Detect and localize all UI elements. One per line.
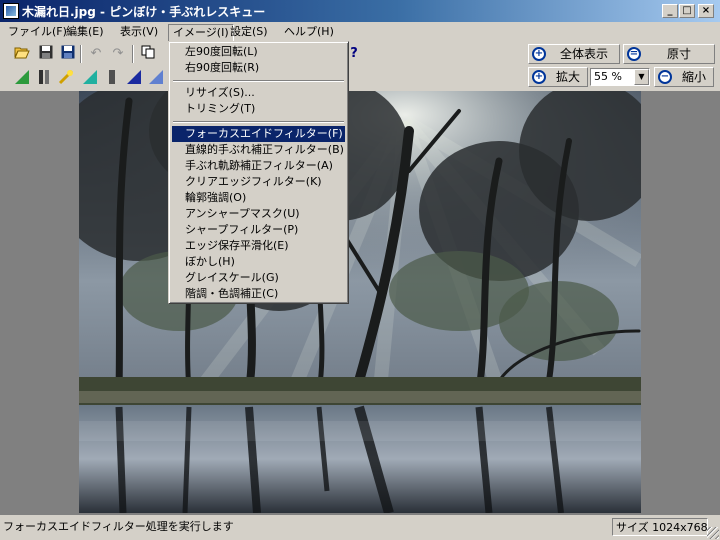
menu-separator [173,121,344,123]
menu-grayscale[interactable]: グレイスケール(G) [172,270,345,286]
clear-edge-filter-icon[interactable] [80,69,100,87]
fit-to-window-button[interactable]: + 全体表示 [528,44,620,64]
menu-settings[interactable]: 設定(S) [226,24,272,40]
menu-view[interactable]: 表示(V) [116,24,162,40]
linear-blur-filter-icon[interactable] [34,69,54,87]
menu-clear-edge-filter[interactable]: クリアエッジフィルター(K) [172,174,345,190]
menu-sharp-filter[interactable]: シャープフィルター(P) [172,222,345,238]
status-image-size: サイズ 1024x768 [612,518,708,536]
menu-trim[interactable]: トリミング(T) [172,101,345,117]
menu-tone-correction[interactable]: 階調・色調補正(C) [172,286,345,302]
toolbar-separator [80,45,82,63]
undo-icon[interactable]: ↶ [86,45,106,63]
blur-trajectory-filter-icon[interactable] [56,69,76,87]
menu-separator [173,80,344,82]
forest-photo [79,91,641,513]
menu-bar: ファイル(F) 編集(E) 表示(V) イメージ(I) 設定(S) ヘルプ(H) [0,22,720,42]
save-icon[interactable] [36,45,56,63]
menu-unsharp-mask[interactable]: アンシャープマスク(U) [172,206,345,222]
toolbar-separator [132,45,134,63]
zoom-out-icon: − [658,70,672,84]
window-title: 木漏れ日.jpg - ピンぼけ・手ぶれレスキュー [22,5,266,19]
image-canvas[interactable] [0,91,720,515]
menu-resize[interactable]: リサイズ(S)... [172,85,345,101]
menu-linear-blur-filter[interactable]: 直線的手ぶれ補正フィルター(B) [172,142,345,158]
menu-rotate-left[interactable]: 左90度回転(L) [172,44,345,60]
edge-enhance-icon[interactable] [102,69,122,87]
actual-size-button[interactable]: = 原寸 [623,44,715,64]
minimize-button[interactable]: _ [662,4,678,18]
menu-rotate-right[interactable]: 右90度回転(R) [172,60,345,76]
image-menu-dropdown: 左90度回転(L) 右90度回転(R) リサイズ(S)... トリミング(T) … [168,41,349,304]
maximize-button[interactable]: □ [679,4,695,18]
unsharp-mask-icon[interactable] [124,69,144,87]
menu-focus-aid-filter[interactable]: フォーカスエイドフィルター(F) [172,126,345,142]
status-bar: フォーカスエイドフィルター処理を実行します サイズ 1024x768 [0,516,720,540]
menu-image[interactable]: イメージ(I) [168,24,234,42]
app-icon[interactable] [3,3,19,19]
title-bar: 木漏れ日.jpg - ピンぼけ・手ぶれレスキュー _ □ × [0,0,720,22]
zoom-select[interactable]: 55 % ▼ [590,68,650,86]
zoom-fit-icon: + [532,47,546,61]
menu-help[interactable]: ヘルプ(H) [280,24,338,40]
zoom-in-icon: + [532,70,546,84]
menu-blur-trajectory-filter[interactable]: 手ぶれ軌跡補正フィルター(A) [172,158,345,174]
copy-icon[interactable] [138,45,158,63]
zoom-actual-icon: = [627,47,641,61]
redo-icon[interactable]: ↷ [108,45,128,63]
menu-file[interactable]: ファイル(F) [4,24,71,40]
close-button[interactable]: × [698,4,714,18]
menu-blur[interactable]: ぼかし(H) [172,254,345,270]
sharp-filter-icon[interactable] [146,69,166,87]
status-message: フォーカスエイドフィルター処理を実行します [3,520,234,533]
zoom-in-button[interactable]: + 拡大 [528,67,588,87]
open-icon[interactable] [12,45,32,63]
menu-edit[interactable]: 編集(E) [62,24,108,40]
zoom-value: 55 % [594,70,622,83]
save-as-icon[interactable] [58,45,78,63]
menu-edge-enhance[interactable]: 輪郭強調(O) [172,190,345,206]
chevron-down-icon[interactable]: ▼ [634,69,649,85]
zoom-out-button[interactable]: − 縮小 [654,67,714,87]
menu-edge-preserving-smooth[interactable]: エッジ保存平滑化(E) [172,238,345,254]
focus-aid-filter-icon[interactable] [12,69,32,87]
resize-grip[interactable] [707,527,719,539]
